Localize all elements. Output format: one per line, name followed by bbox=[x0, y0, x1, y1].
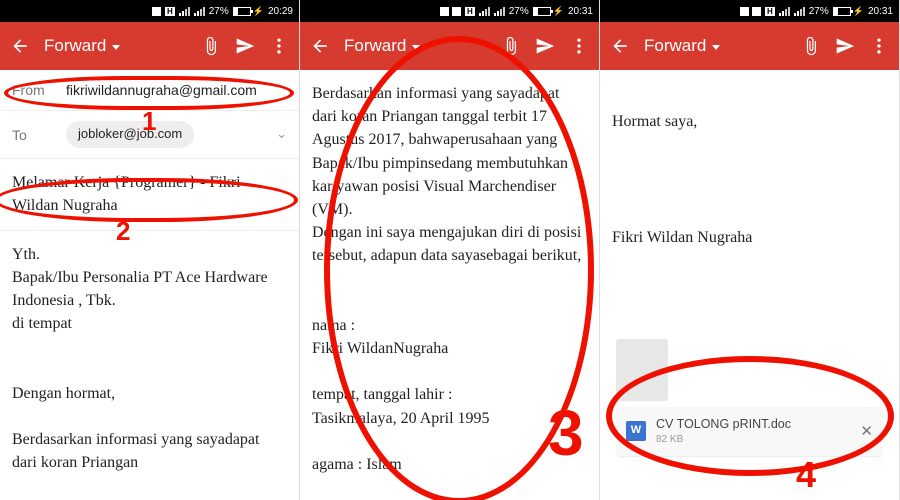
to-label: To bbox=[12, 125, 56, 145]
clock: 20:31 bbox=[868, 6, 893, 17]
attachment-chip[interactable]: W CV TOLONG pRINT.doc 82 KB ✕ bbox=[616, 407, 883, 456]
overflow-icon[interactable] bbox=[269, 36, 289, 56]
body-field[interactable]: Yth. Bapak/Ibu Personalia PT Ace Hardwar… bbox=[0, 231, 299, 487]
appbar-title[interactable]: Forward bbox=[44, 36, 187, 56]
expand-recipients-icon[interactable]: ⌄ bbox=[276, 125, 287, 144]
panel-2: H 27% ⚡ 20:31 Forward Berdasarkan inform… bbox=[300, 0, 600, 500]
compose-content: From fikriwildannugraha@gmail.com To job… bbox=[0, 70, 299, 500]
clock: 20:31 bbox=[568, 6, 593, 17]
attachment-name: CV TOLONG pRINT.doc bbox=[656, 415, 850, 433]
body-field[interactable]: Berdasarkan informasi yang sayadapat dar… bbox=[300, 70, 599, 488]
appbar-title[interactable]: Forward bbox=[344, 36, 487, 56]
appbar: Forward bbox=[0, 22, 299, 70]
send-icon[interactable] bbox=[835, 36, 855, 56]
attach-icon[interactable] bbox=[501, 36, 521, 56]
compose-content: Berdasarkan informasi yang sayadapat dar… bbox=[300, 70, 599, 500]
remove-attachment-icon[interactable]: ✕ bbox=[860, 421, 873, 443]
battery-text: 27% bbox=[209, 6, 229, 17]
compose-content: Hormat saya, Fikri Wildan Nugraha W CV T… bbox=[600, 70, 899, 500]
appbar-title[interactable]: Forward bbox=[644, 36, 787, 56]
to-row[interactable]: To jobloker@job.com ⌄ bbox=[0, 111, 299, 159]
chevron-down-icon bbox=[712, 45, 720, 50]
statusbar: H 27% ⚡ 20:31 bbox=[600, 0, 899, 22]
appbar: Forward bbox=[600, 22, 899, 70]
back-arrow-icon[interactable] bbox=[310, 36, 330, 56]
send-icon[interactable] bbox=[535, 36, 555, 56]
chevron-down-icon bbox=[112, 45, 120, 50]
statusbar: H 27% ⚡ 20:29 bbox=[0, 0, 299, 22]
doc-icon: W bbox=[626, 421, 646, 441]
attachment-preview[interactable] bbox=[616, 339, 668, 401]
overflow-icon[interactable] bbox=[869, 36, 889, 56]
statusbar: H 27% ⚡ 20:31 bbox=[300, 0, 599, 22]
back-arrow-icon[interactable] bbox=[610, 36, 630, 56]
panel-1: H 27% ⚡ 20:29 Forward From fikriwildannu… bbox=[0, 0, 300, 500]
overflow-icon[interactable] bbox=[569, 36, 589, 56]
subject-field[interactable]: Melamar Kerja {Programer} - Fikri Wildan… bbox=[0, 159, 299, 230]
attachment-size: 82 KB bbox=[656, 433, 850, 448]
send-icon[interactable] bbox=[235, 36, 255, 56]
back-arrow-icon[interactable] bbox=[10, 36, 30, 56]
to-chip[interactable]: jobloker@job.com bbox=[66, 121, 194, 148]
from-row[interactable]: From fikriwildannugraha@gmail.com bbox=[0, 70, 299, 111]
body-field[interactable]: Hormat saya, Fikri Wildan Nugraha bbox=[600, 70, 899, 261]
panel-3: H 27% ⚡ 20:31 Forward Hormat saya, Fikri… bbox=[600, 0, 900, 500]
appbar: Forward bbox=[300, 22, 599, 70]
chevron-down-icon bbox=[412, 45, 420, 50]
clock: 20:29 bbox=[268, 6, 293, 17]
from-label: From bbox=[12, 80, 56, 100]
attach-icon[interactable] bbox=[801, 36, 821, 56]
attach-icon[interactable] bbox=[201, 36, 221, 56]
from-value: fikriwildannugraha@gmail.com bbox=[66, 80, 287, 100]
